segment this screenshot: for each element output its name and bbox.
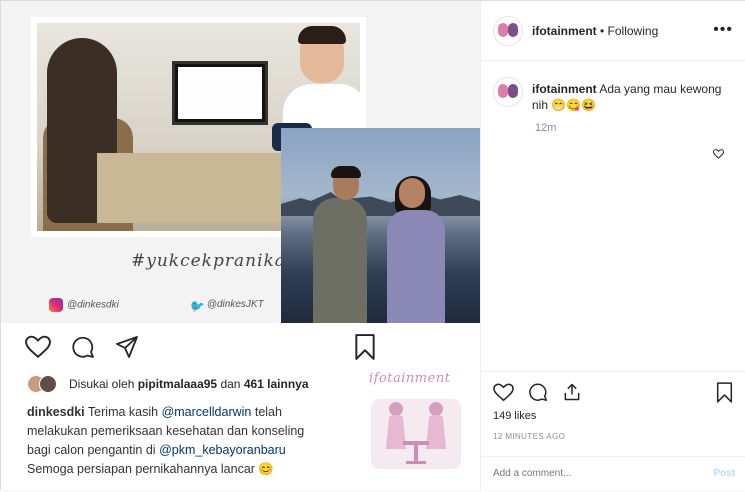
caption-username[interactable]: dinkesdki xyxy=(27,405,85,419)
computer-monitor xyxy=(172,61,268,125)
more-dots-icon[interactable]: ••• xyxy=(713,21,733,39)
post-button[interactable]: Post xyxy=(713,468,735,479)
heart-icon[interactable] xyxy=(25,335,51,359)
embedded-post-actions: Disukai oleh pipitmalaaa95 dan 461 lainn… xyxy=(1,323,480,490)
like-count[interactable]: 149 likes xyxy=(493,410,536,422)
comment-icon[interactable] xyxy=(528,382,548,402)
mention-link[interactable]: @pkm_kebayoranbaru xyxy=(159,443,286,457)
watermark-logo: ifotainment xyxy=(361,369,471,479)
instagram-post: #yukcekpranikah @dinkesdki 🐦@dinkesJKT xyxy=(0,0,745,490)
bookmark-icon[interactable] xyxy=(354,334,376,360)
share-icon[interactable] xyxy=(562,382,582,402)
post-header: ifotainment • Following ••• xyxy=(481,1,745,61)
add-comment-bar: Post xyxy=(481,456,745,492)
comment-input[interactable] xyxy=(493,468,683,479)
comment-icon[interactable] xyxy=(71,335,95,359)
social-handles: @dinkesdki 🐦 @dinkesJKT xyxy=(49,298,264,314)
bookmark-icon[interactable] xyxy=(716,382,733,403)
instagram-handle: @dinkesdki xyxy=(49,298,119,312)
post-media: #yukcekpranikah @dinkesdki 🐦@dinkesJKT xyxy=(1,1,480,490)
post-side-panel: ifotainment • Following ••• ifotainment … xyxy=(480,1,745,490)
couple-photo xyxy=(281,128,480,323)
header-username[interactable]: ifotainment xyxy=(532,24,597,38)
comment-heart-icon[interactable] xyxy=(713,149,724,159)
twitter-bird-icon: 🐦 xyxy=(188,299,204,314)
share-icon[interactable] xyxy=(115,335,139,359)
person-woman xyxy=(381,176,445,323)
person-man xyxy=(309,166,369,323)
following-button[interactable]: Following xyxy=(608,24,659,38)
heart-icon[interactable] xyxy=(493,383,514,402)
caption-comment: ifotainment Ada yang mau kewong nih 😁😋😆 … xyxy=(481,61,745,421)
instagram-icon xyxy=(49,298,63,312)
twitter-handle: 🐦 @dinkesJKT xyxy=(188,299,264,314)
liker-username[interactable]: pipitmalaaa95 xyxy=(138,377,217,391)
post-actions: 149 likes 12 MINUTES AGO Post xyxy=(481,371,745,491)
mention-link[interactable]: @marcelldarwin xyxy=(162,405,252,419)
avatar[interactable] xyxy=(493,16,523,46)
post-caption: dinkesdki Terima kasih @marcelldarwin te… xyxy=(27,405,305,476)
comment-time[interactable]: 12m xyxy=(535,122,556,134)
hashtag-text: #yukcekpranikah xyxy=(131,251,298,271)
post-image[interactable]: #yukcekpranikah @dinkesdki 🐦 @dinkesJKT xyxy=(1,1,480,323)
comment-username[interactable]: ifotainment xyxy=(532,82,597,96)
liked-by-row: Disukai oleh pipitmalaaa95 dan 461 lainn… xyxy=(27,375,309,393)
avatar[interactable] xyxy=(493,77,523,107)
liker-avatars[interactable] xyxy=(27,375,61,393)
others-count[interactable]: 461 lainnya xyxy=(244,377,309,391)
post-timestamp[interactable]: 12 MINUTES AGO xyxy=(493,432,565,441)
